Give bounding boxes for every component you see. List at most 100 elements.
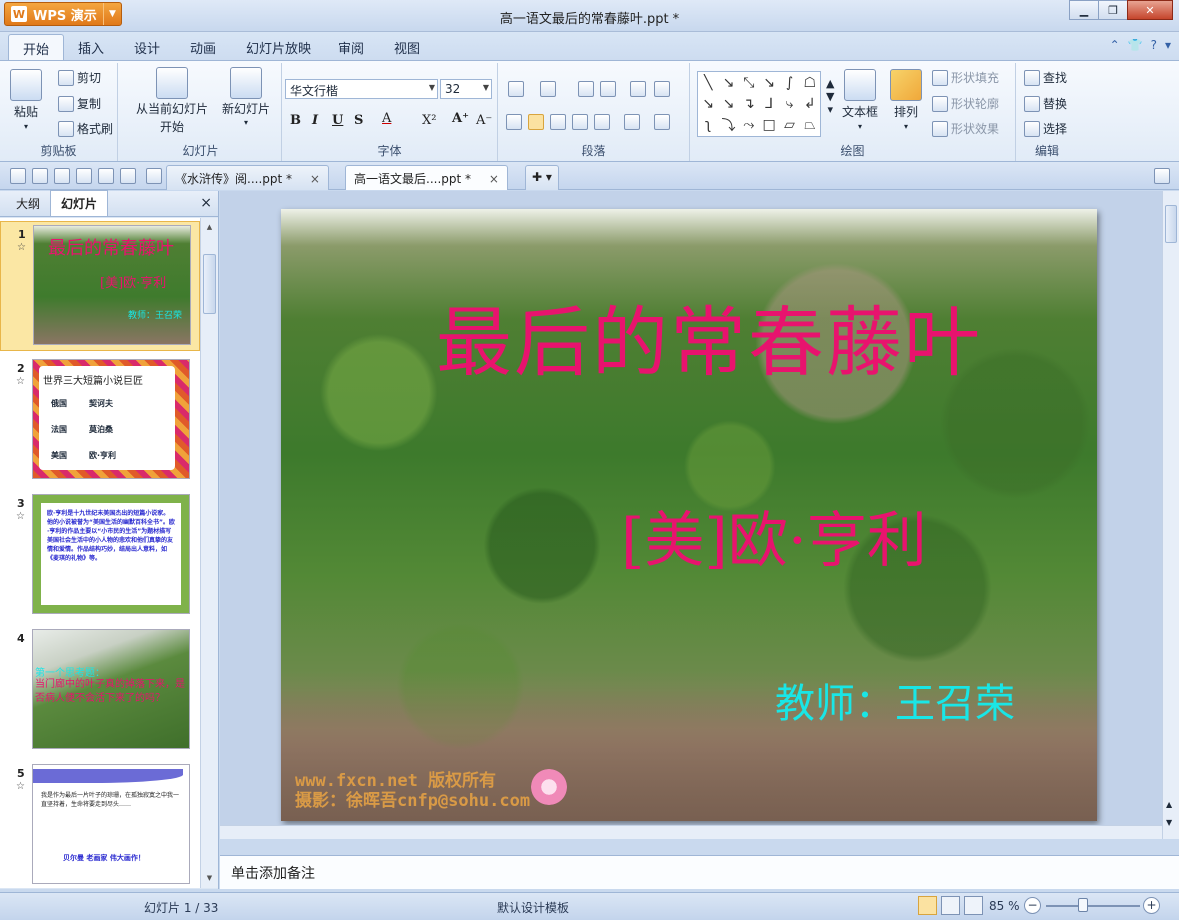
curve-shape-icon[interactable]: ∫ (779, 72, 799, 93)
line-spacing-icon[interactable] (624, 114, 640, 130)
curved-double-arrow-icon[interactable]: ⤵ (718, 115, 738, 136)
slide-thumbnail-1[interactable]: 1 ☆ 最后的常春藤叶 [美]欧·亨利 教师：王召荣 (0, 221, 200, 351)
design-template[interactable]: 默认设计模板 (497, 899, 569, 916)
format-painter-button[interactable]: 格式刷 (58, 120, 113, 137)
zoom-slider-handle[interactable] (1078, 898, 1088, 912)
tab-slideshow[interactable]: 幻灯片放映 (246, 38, 311, 57)
tab-animation[interactable]: 动画 (190, 38, 216, 57)
elbow-connector-icon[interactable]: ↴ (739, 93, 759, 114)
slide-author[interactable]: [美]欧·亨利 (621, 492, 927, 579)
normal-view-icon[interactable] (918, 896, 937, 915)
arrange-button[interactable]: 排列 ▾ (890, 69, 922, 131)
line-shape-icon[interactable]: ╲ (698, 72, 718, 93)
close-icon[interactable]: × (200, 195, 212, 211)
slide-thumbnail-4[interactable]: 4 第一个思考题： 当门廊中的叶子真的掉落下来，是否病人便不会活下来了的吗？ (0, 626, 200, 756)
numbering-icon[interactable] (540, 81, 556, 97)
zoom-slider-track[interactable] (1046, 905, 1140, 907)
collapse-ribbon-icon[interactable]: ⌃ (1110, 38, 1120, 52)
tab-home[interactable]: 开始 (8, 34, 65, 60)
align-left-icon[interactable] (506, 114, 522, 130)
slide-teacher[interactable]: 教师：王召荣 (775, 671, 1015, 729)
prev-slide-icon[interactable]: ▲ (1166, 800, 1172, 809)
new-slide-button[interactable]: 新幻灯片 ▾ (220, 67, 272, 127)
text-direction-icon[interactable] (630, 81, 646, 97)
find-button[interactable]: 查找 (1024, 69, 1067, 86)
save-icon[interactable] (32, 168, 48, 184)
tab-review[interactable]: 审阅 (338, 38, 364, 57)
help-dropdown-icon[interactable]: ▾ (1165, 38, 1171, 52)
select-button[interactable]: 选择 (1024, 120, 1067, 137)
underline-button[interactable]: U (332, 113, 343, 128)
font-size-select[interactable]: 32 ▼ (440, 79, 492, 99)
tab-view[interactable]: 视图 (394, 38, 420, 57)
bold-button[interactable]: B (290, 113, 301, 128)
align-text-icon[interactable] (654, 81, 670, 97)
shrink-font-button[interactable]: A⁻ (476, 113, 492, 128)
curved-arrow-icon[interactable]: ʅ (698, 115, 718, 136)
open-icon[interactable] (10, 168, 26, 184)
zoom-out-icon[interactable]: − (1024, 897, 1041, 914)
distribute-icon[interactable] (594, 114, 610, 130)
textbox-button[interactable]: 文本框 ▾ (842, 69, 878, 131)
slide-title[interactable]: 最后的常春藤叶 (281, 281, 1097, 391)
connector-shape-icon[interactable]: ↘ (698, 93, 718, 114)
slide-thumbnail-3[interactable]: 3 ☆ 欧·亨利是十九世纪末美国杰出的短篇小说家。他的小说被誉为“美国生活的幽默… (0, 491, 200, 621)
close-icon[interactable]: × (310, 172, 320, 186)
freeform-shape-icon[interactable]: ☖ (800, 72, 820, 93)
doc-tab-shuihu[interactable]: 《水浒传》阅....ppt * × (166, 165, 329, 190)
double-arrow-shape-icon[interactable]: ⤡ (739, 72, 759, 93)
scroll-up-icon[interactable]: ▲ (202, 220, 217, 235)
align-right-icon[interactable] (550, 114, 566, 130)
shape-effect-button[interactable]: 形状效果 (932, 120, 999, 137)
scrollbar-thumb[interactable] (1165, 205, 1177, 243)
shape-fill-button[interactable]: 形状填充 (932, 69, 999, 86)
customize-toolbar-icon[interactable] (146, 168, 162, 184)
slide-scrollbar[interactable]: ▲ ▼ (1162, 191, 1179, 839)
chevron-down-icon[interactable]: ▼ (826, 90, 834, 103)
font-family-select[interactable]: 华文行楷 ▼ (285, 79, 438, 99)
elbow-arrow-icon[interactable]: ⅃ (759, 93, 779, 114)
trapezoid-shape-icon[interactable]: ⏢ (800, 115, 820, 136)
bullets-icon[interactable] (508, 81, 524, 97)
curve-connector-icon[interactable]: ⤳ (739, 115, 759, 136)
restore-button[interactable]: ❐ (1098, 0, 1128, 20)
doc-tab-current[interactable]: 高一语文最后....ppt * × (345, 165, 508, 190)
notes-input[interactable]: 单击添加备注 (220, 855, 1179, 889)
tab-slides[interactable]: 幻灯片 (50, 190, 109, 216)
rectangle-shape-icon[interactable]: □ (759, 115, 779, 136)
minimize-button[interactable]: ▁ (1069, 0, 1099, 20)
parallelogram-shape-icon[interactable]: ▱ (779, 115, 799, 136)
zoom-level[interactable]: 85 % (989, 899, 1020, 913)
slide-thumbnail-5[interactable]: 5 ☆ 我是作为最后一片叶子的琼珊，在孤独寂寞之中我一直坚持着，生命将要走到尽头… (0, 761, 200, 888)
help-icon[interactable]: ? (1151, 38, 1157, 52)
elbow-shape-icon[interactable]: ↘ (759, 72, 779, 93)
slideshow-icon[interactable] (964, 896, 983, 915)
elbow-double-arrow-icon[interactable]: ⤷ (779, 93, 799, 114)
cut-button[interactable]: 剪切 (58, 69, 101, 86)
font-color-button[interactable]: A (382, 111, 391, 126)
chevron-up-icon[interactable]: ▲ (826, 77, 834, 90)
print-preview-icon[interactable] (76, 168, 92, 184)
paste-button[interactable]: 粘贴 ▾ (10, 69, 42, 131)
start-from-current-button[interactable]: 从当前幻灯片 开始 (130, 67, 214, 135)
tab-insert[interactable]: 插入 (78, 38, 104, 57)
scrollbar-thumb[interactable] (203, 254, 216, 314)
paragraph-spacing-icon[interactable] (654, 114, 670, 130)
pane-toggle-icon[interactable] (1154, 168, 1170, 184)
undo-icon[interactable] (98, 168, 114, 184)
more-icon[interactable]: ▾ (827, 103, 833, 116)
replace-button[interactable]: 替换 (1024, 95, 1067, 112)
justify-icon[interactable] (572, 114, 588, 130)
shape-outline-button[interactable]: 形状轮廓 (932, 95, 999, 112)
shadow-button[interactable]: S (354, 113, 363, 128)
grow-font-button[interactable]: A⁺ (452, 111, 469, 126)
next-slide-icon[interactable]: ▼ (1166, 818, 1172, 827)
arrow-shape-icon[interactable]: ↘ (718, 72, 738, 93)
current-slide[interactable]: 最后的常春藤叶 [美]欧·亨利 教师：王召荣 www.fxcn.net 版权所有… (281, 209, 1097, 821)
increase-indent-icon[interactable] (600, 81, 616, 97)
horizontal-scrollbar[interactable] (220, 825, 1162, 839)
decrease-indent-icon[interactable] (578, 81, 594, 97)
copy-button[interactable]: 复制 (58, 95, 101, 112)
close-window-button[interactable]: ✕ (1127, 0, 1173, 20)
slide-sorter-icon[interactable] (941, 896, 960, 915)
